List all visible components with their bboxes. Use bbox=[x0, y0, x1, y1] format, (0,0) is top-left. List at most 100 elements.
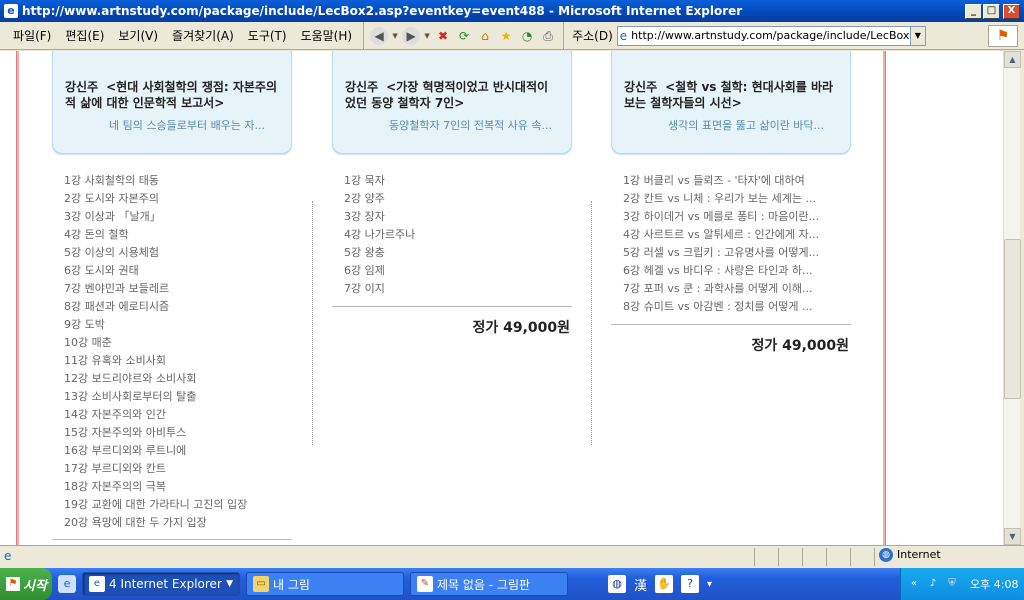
status-bar: e ◍ Internet bbox=[0, 545, 1024, 567]
vertical-scrollbar[interactable]: ▲ ▼ bbox=[1003, 51, 1021, 545]
lesson-item[interactable]: 6강 헤겔 vs 바디우 : 사랑은 타인과 하... bbox=[623, 262, 851, 280]
menu-edit[interactable]: 편집(E) bbox=[58, 25, 111, 46]
package-author: 강신주 bbox=[65, 80, 99, 94]
menu-view[interactable]: 보기(V) bbox=[111, 25, 165, 46]
ie-icon: e bbox=[89, 576, 105, 592]
lesson-item[interactable]: 5강 이상의 시용체험 bbox=[64, 244, 292, 262]
package-column-3: 강신주 <철학 vs 철학: 현대사회를 바라보는 철학자들의 시선> 생각의 표… bbox=[611, 51, 851, 355]
quicklaunch-ie-icon[interactable]: e bbox=[58, 575, 76, 593]
column-divider bbox=[591, 201, 592, 445]
package-subtitle: 네 팀의 스승들로부터 배우는 자... bbox=[109, 119, 266, 132]
speaker-icon[interactable]: ♪ bbox=[926, 577, 940, 591]
maximize-button[interactable]: □ bbox=[983, 3, 1000, 19]
ie-page-icon: e bbox=[619, 28, 628, 43]
address-input[interactable]: e http://www.artnstudy.com/package/inclu… bbox=[616, 25, 911, 46]
lesson-item[interactable]: 13강 소비사회로부터의 탈출 bbox=[64, 388, 292, 406]
lesson-item[interactable]: 2강 도시와 자본주의 bbox=[64, 190, 292, 208]
lesson-item[interactable]: 5강 왕충 bbox=[344, 244, 572, 262]
menu-file[interactable]: 파일(F) bbox=[6, 25, 58, 46]
taskbar-item-ie[interactable]: e 4 Internet Explorer ▼ bbox=[82, 572, 240, 596]
package-subtitle: 동양철학자 7인의 전복적 사유 속... bbox=[389, 119, 553, 132]
package-title: 강신주 <현대 사회철학의 쟁점: 자본주의적 삶에 대한 인문학적 보고서> bbox=[65, 80, 278, 110]
chevron-left-icon[interactable]: « bbox=[907, 577, 921, 591]
home-icon[interactable]: ⌂ bbox=[476, 27, 494, 45]
lesson-item[interactable]: 12강 보드리야르와 소비사회 bbox=[64, 370, 292, 388]
package-column-2: 강신주 <가장 혁명적이었고 반시대적이었던 동양 철학자 7인> 동양철학자 7… bbox=[332, 51, 572, 337]
dropdown-icon[interactable]: ▼ bbox=[391, 27, 399, 45]
scroll-down-button[interactable]: ▼ bbox=[1004, 528, 1021, 545]
lesson-item[interactable]: 4강 돈의 철학 bbox=[64, 226, 292, 244]
taskbar-item-folder[interactable]: ▭ 내 그림 bbox=[246, 572, 404, 596]
scroll-thumb[interactable] bbox=[1004, 239, 1021, 399]
print-icon[interactable]: ⎙ bbox=[539, 27, 557, 45]
column-bottom-divider bbox=[52, 539, 292, 540]
lesson-item[interactable]: 19강 교환에 대한 가라타니 고진의 입장 bbox=[64, 496, 292, 514]
favorites-icon[interactable]: ★ bbox=[497, 27, 515, 45]
stop-icon[interactable]: ✖ bbox=[434, 27, 452, 45]
lesson-item[interactable]: 16강 부르디외와 루트니에 bbox=[64, 442, 292, 460]
lesson-item[interactable]: 1강 사회철학의 태동 bbox=[64, 172, 292, 190]
scroll-up-button[interactable]: ▲ bbox=[1004, 51, 1021, 68]
security-zone: ◍ Internet bbox=[879, 547, 1024, 562]
menu-tools[interactable]: 도구(T) bbox=[241, 25, 294, 46]
lesson-item[interactable]: 17강 부르디외와 칸트 bbox=[64, 460, 292, 478]
forward-icon[interactable]: ▶ bbox=[402, 26, 421, 45]
close-button[interactable]: X bbox=[1003, 3, 1020, 19]
lesson-item[interactable]: 4강 사르트르 vs 알튀세르 : 인간에게 자... bbox=[623, 226, 851, 244]
language-bar: ◍ 漢 ✋ ? ▾ bbox=[608, 575, 712, 594]
refresh-icon[interactable]: ⟳ bbox=[455, 27, 473, 45]
lesson-item[interactable]: 20강 욕망에 대한 두 가지 입장 bbox=[64, 514, 292, 532]
lesson-item[interactable]: 7강 벤야민과 보들레르 bbox=[64, 280, 292, 298]
ime-globe-icon[interactable]: ◍ bbox=[608, 575, 626, 593]
taskbar-item-paint[interactable]: ✎ 제목 없음 - 그림판 bbox=[410, 572, 568, 596]
menu-favorites[interactable]: 즐겨찾기(A) bbox=[165, 25, 241, 46]
lesson-item[interactable]: 6강 임제 bbox=[344, 262, 572, 280]
history-icon[interactable]: ◔ bbox=[518, 27, 536, 45]
menu-help[interactable]: 도움말(H) bbox=[294, 25, 360, 46]
help-icon[interactable]: ? bbox=[681, 575, 700, 593]
lesson-item[interactable]: 2강 칸트 vs 니체 : 우리가 보는 세계는 ... bbox=[623, 190, 851, 208]
lesson-item[interactable]: 7강 포퍼 vs 쿤 : 과학사를 어떻게 이해... bbox=[623, 280, 851, 298]
address-dropdown-button[interactable]: ▼ bbox=[910, 25, 926, 46]
lesson-item[interactable]: 15강 자본주의와 아비투스 bbox=[64, 424, 292, 442]
lesson-item[interactable]: 1강 묵자 bbox=[344, 172, 572, 190]
windows-logo-icon: ⚑ bbox=[988, 25, 1018, 47]
lesson-item[interactable]: 3강 장자 bbox=[344, 208, 572, 226]
lesson-list: 1강 사회철학의 태동 2강 도시와 자본주의 3강 이상과 「날개」 4강 돈… bbox=[52, 172, 292, 532]
shield-icon[interactable]: ⛨ bbox=[945, 577, 959, 591]
lesson-item[interactable]: 18강 자본주의의 극복 bbox=[64, 478, 292, 496]
hanja-button[interactable]: 漢 bbox=[634, 575, 647, 594]
lesson-item[interactable]: 14강 자본주의와 인간 bbox=[64, 406, 292, 424]
lesson-list: 1강 묵자 2강 양주 3강 장자 4강 나가르주나 5강 왕충 6강 임제 7… bbox=[332, 172, 572, 298]
lesson-item[interactable]: 5강 러셀 vs 크립키 : 고유명사를 어떻게... bbox=[623, 244, 851, 262]
lesson-item[interactable]: 10강 매춘 bbox=[64, 334, 292, 352]
start-button[interactable]: ⚑ 시작 bbox=[0, 568, 52, 600]
dropdown-icon[interactable]: ▼ bbox=[423, 27, 431, 45]
windows-flag-icon: ⚑ bbox=[6, 577, 20, 591]
package-card[interactable]: 강신주 <철학 vs 철학: 현대사회를 바라보는 철학자들의 시선> 생각의 표… bbox=[611, 51, 851, 154]
lesson-item[interactable]: 2강 양주 bbox=[344, 190, 572, 208]
ime-tool-icon[interactable]: ✋ bbox=[655, 575, 674, 593]
taskbar: ⚑ 시작 e e 4 Internet Explorer ▼ ▭ 내 그림 ✎ … bbox=[0, 568, 1024, 600]
globe-icon: ◍ bbox=[879, 547, 893, 562]
ime-options-icon[interactable]: ▾ bbox=[707, 579, 712, 590]
lesson-item[interactable]: 8강 슈미트 vs 아감벤 : 정치를 어떻게 ... bbox=[623, 298, 851, 316]
package-title: 강신주 <가장 혁명적이었고 반시대적이었던 동양 철학자 7인> bbox=[345, 80, 549, 110]
lesson-item[interactable]: 4강 나가르주나 bbox=[344, 226, 572, 244]
package-card[interactable]: 강신주 <가장 혁명적이었고 반시대적이었던 동양 철학자 7인> 동양철학자 7… bbox=[332, 51, 572, 154]
lesson-item[interactable]: 8강 패션과 에로티시즘 bbox=[64, 298, 292, 316]
package-card[interactable]: 강신주 <현대 사회철학의 쟁점: 자본주의적 삶에 대한 인문학적 보고서> 네… bbox=[52, 51, 292, 154]
frame-border-right bbox=[883, 51, 886, 545]
lesson-item[interactable]: 3강 이상과 「날개」 bbox=[64, 208, 292, 226]
minimize-button[interactable]: _ bbox=[965, 3, 982, 19]
lesson-item[interactable]: 9강 도박 bbox=[64, 316, 292, 334]
package-author: 강신주 bbox=[345, 80, 379, 94]
back-icon[interactable]: ◀ bbox=[370, 26, 389, 45]
lesson-item[interactable]: 11강 유혹와 소비사회 bbox=[64, 352, 292, 370]
page-viewport: 강신주 <현대 사회철학의 쟁점: 자본주의적 삶에 대한 인문학적 보고서> 네… bbox=[0, 51, 1003, 545]
lesson-item[interactable]: 3강 하이데거 vs 메를로 퐁티 : 마음이란... bbox=[623, 208, 851, 226]
lesson-item[interactable]: 7강 이지 bbox=[344, 280, 572, 298]
lesson-item[interactable]: 6강 도시와 권태 bbox=[64, 262, 292, 280]
lesson-item[interactable]: 1강 버클리 vs 들뢰즈 - '타자'에 대하여 bbox=[623, 172, 851, 190]
frame-border-left bbox=[16, 51, 19, 545]
